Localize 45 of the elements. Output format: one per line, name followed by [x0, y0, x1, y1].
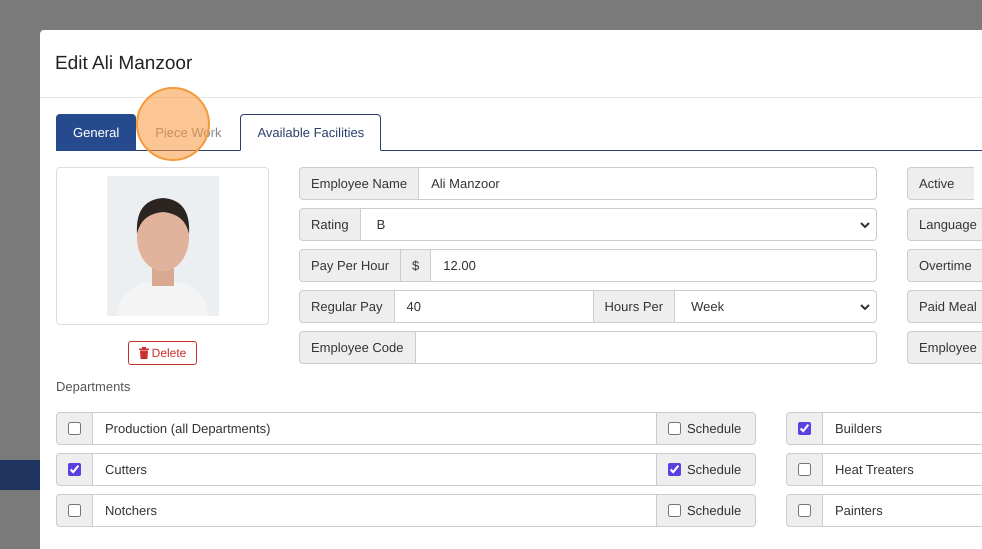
field-label: Employee Code	[299, 331, 416, 364]
select-field[interactable]: Week	[675, 290, 877, 323]
department-name: Painters	[823, 494, 982, 527]
tab[interactable]: General	[56, 114, 136, 151]
chevron-down-icon	[860, 222, 870, 228]
dialog-title: Edit Ali Manzoor	[55, 52, 192, 74]
text-field[interactable]: Ali Manzoor	[419, 167, 877, 200]
sidebar-highlight	[0, 460, 40, 490]
checkbox[interactable]	[668, 422, 681, 435]
checkbox[interactable]	[68, 504, 81, 517]
field-label: Employee Name	[299, 167, 420, 200]
text-field[interactable]	[416, 331, 877, 364]
department-name: Production (all Departments)	[93, 412, 657, 445]
field-label: Language	[907, 208, 982, 241]
department-name: Notchers	[93, 494, 657, 527]
trash-icon	[138, 347, 149, 359]
department-name: Heat Treaters	[823, 453, 982, 486]
field-label: Overtime	[907, 249, 982, 282]
field-label: Paid Meal	[907, 290, 982, 323]
checkbox-label: Schedule	[687, 462, 742, 477]
tab[interactable]: Available Facilities	[240, 114, 382, 151]
delete-button[interactable]: Delete	[128, 341, 198, 365]
checkbox[interactable]	[68, 463, 81, 476]
field-label: Rating	[299, 208, 361, 241]
department-name: Cutters	[93, 453, 657, 486]
department-name: Builders	[823, 412, 982, 445]
text-field[interactable]: 12.00	[431, 249, 877, 282]
checkbox[interactable]	[798, 504, 811, 517]
field-label: Active	[907, 167, 974, 200]
checkbox[interactable]	[668, 463, 681, 476]
checkbox[interactable]	[68, 422, 81, 435]
checkbox-label: Schedule	[687, 421, 742, 436]
text-field[interactable]: 40	[394, 290, 594, 323]
chevron-down-icon	[860, 304, 870, 310]
field-label: Pay Per Hour	[299, 249, 402, 282]
select-field[interactable]: B	[360, 208, 877, 241]
checkbox[interactable]	[668, 504, 681, 517]
field-label: Employee	[907, 331, 982, 364]
field-label: Regular Pay	[299, 290, 395, 323]
currency-sign: $	[401, 249, 432, 282]
checkbox[interactable]	[798, 422, 811, 435]
checkbox[interactable]	[798, 463, 811, 476]
section-label: Departments	[56, 379, 132, 394]
checkbox-label: Schedule	[687, 503, 742, 518]
field-label: Hours Per	[594, 290, 676, 323]
